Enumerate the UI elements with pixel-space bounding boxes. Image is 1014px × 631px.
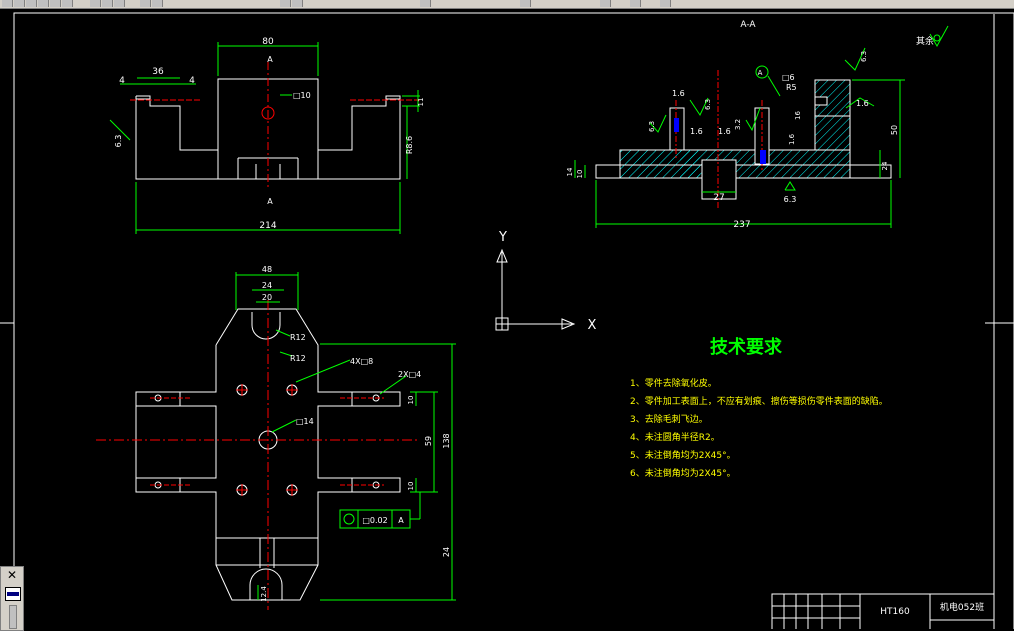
toolbar-button[interactable]	[2, 0, 13, 7]
toolbar-button[interactable]	[280, 0, 291, 7]
section-left-height: 14	[566, 167, 574, 176]
section-roughness: 1.6	[672, 89, 685, 98]
title-material: HT160	[880, 607, 910, 617]
palette-scrollbar[interactable]	[9, 605, 17, 629]
section-side-label: 16	[794, 111, 802, 120]
toolbar-button[interactable]	[14, 0, 25, 7]
section-roughness: 6.3	[860, 51, 868, 62]
top-radius: R12	[290, 354, 306, 363]
top-dim-59: 59	[424, 436, 433, 446]
front-small-dim: 4	[119, 76, 125, 86]
toolbar-button[interactable]	[62, 0, 73, 7]
section-height-dim: 50	[890, 125, 899, 135]
top-dim-20: 20	[262, 293, 272, 302]
section-dims	[574, 47, 905, 228]
section-title: A-A	[740, 20, 756, 30]
tolerance-datum: A	[398, 516, 404, 525]
tolerance-value: □0.02	[362, 516, 387, 525]
section-roughness: 6.3	[648, 121, 656, 132]
section-width-dim: 237	[733, 220, 750, 230]
ucs-x-label: X	[588, 318, 597, 333]
section-roughness: 1.6	[856, 99, 869, 108]
toolbar-button[interactable]	[50, 0, 61, 7]
top-radius: R12	[290, 333, 306, 342]
toolbar-button[interactable]	[114, 0, 125, 7]
section-mark-top: A	[267, 55, 273, 64]
front-roughness: 6.3	[114, 135, 123, 148]
ucs-icon	[495, 248, 576, 331]
top-bottom-dim: 12.4	[260, 586, 268, 602]
ucs-y-label: Y	[498, 230, 507, 245]
tool-palette: ✕	[0, 566, 24, 631]
front-top-dim: 80	[262, 37, 274, 47]
section-roughness: 1.6	[718, 127, 731, 136]
toolbar-button[interactable]	[600, 0, 611, 7]
title-name: 机电052班	[940, 601, 984, 613]
front-small-dim: 4	[189, 76, 195, 86]
top-dim-24: 24	[262, 281, 272, 290]
tech-item: 5、未注倒角均为2X45°。	[630, 449, 736, 461]
front-slot-dim: 36	[152, 67, 164, 77]
tech-item: 1、零件去除氧化皮。	[630, 377, 717, 389]
section-roughness: 1.6	[690, 127, 703, 136]
front-right-height: R8.6	[405, 136, 414, 154]
toolbar-button[interactable]	[420, 0, 431, 7]
section-base-height: 24	[881, 161, 889, 170]
tech-title: 技术要求	[710, 336, 783, 358]
toolbar-button[interactable]	[520, 0, 531, 7]
top-dim-10: 10	[407, 396, 415, 405]
toolbar-button[interactable]	[292, 0, 303, 7]
layer-icon[interactable]	[5, 587, 21, 601]
tech-item: 4、未注圆角半径R2。	[630, 431, 720, 443]
top-dim-24: 24	[442, 547, 451, 557]
drawing-canvas[interactable]: 80 36 4 4 214 R8.6 11 6.3 □10 A A A-A 其余	[0, 8, 1014, 629]
section-hole: □6	[782, 73, 795, 82]
toolbar-button[interactable]	[38, 0, 49, 7]
tech-item: 2、零件加工表面上，不应有划痕、擦伤等损伤零件表面的缺陷。	[630, 395, 888, 407]
section-roughness: 6.3	[784, 195, 797, 204]
top-holes-b: 2X□4	[398, 370, 421, 379]
front-view-centerlines	[130, 62, 420, 190]
front-hole-label: □10	[293, 91, 311, 100]
close-icon[interactable]: ✕	[5, 569, 19, 581]
section-view	[595, 70, 892, 210]
front-small-height: 11	[417, 98, 425, 107]
top-holes-a: 4X□8	[350, 357, 373, 366]
section-left-height: 10	[576, 170, 584, 179]
top-view-centerlines	[96, 300, 420, 610]
toolbar-button[interactable]	[102, 0, 113, 7]
toolbar-button[interactable]	[140, 0, 151, 7]
section-mark-bottom: A	[267, 197, 273, 206]
top-dim-138: 138	[442, 433, 451, 448]
section-roughness: 6.3	[704, 99, 712, 110]
section-roughness: 3.2	[734, 119, 742, 130]
section-mark-circle: A	[758, 69, 763, 77]
front-width-dim: 214	[259, 221, 276, 231]
section-vert-label: 1.6	[788, 133, 796, 145]
tech-item: 6、未注倒角均为2X45°。	[630, 467, 736, 479]
top-view-dims	[235, 272, 456, 601]
top-center-hole: □14	[296, 417, 314, 426]
section-radius: R5	[786, 83, 797, 92]
tech-item: 3、去除毛刺飞边。	[630, 413, 708, 425]
top-dim-48: 48	[262, 265, 272, 274]
section-bottom-dim: 27	[713, 193, 724, 203]
toolbar-button[interactable]	[660, 0, 671, 7]
toolbar-button[interactable]	[26, 0, 37, 7]
toolbar-button[interactable]	[90, 0, 101, 7]
toolbar-button[interactable]	[152, 0, 163, 7]
toolbar-button[interactable]	[630, 0, 641, 7]
top-dim-10: 10	[407, 482, 415, 491]
